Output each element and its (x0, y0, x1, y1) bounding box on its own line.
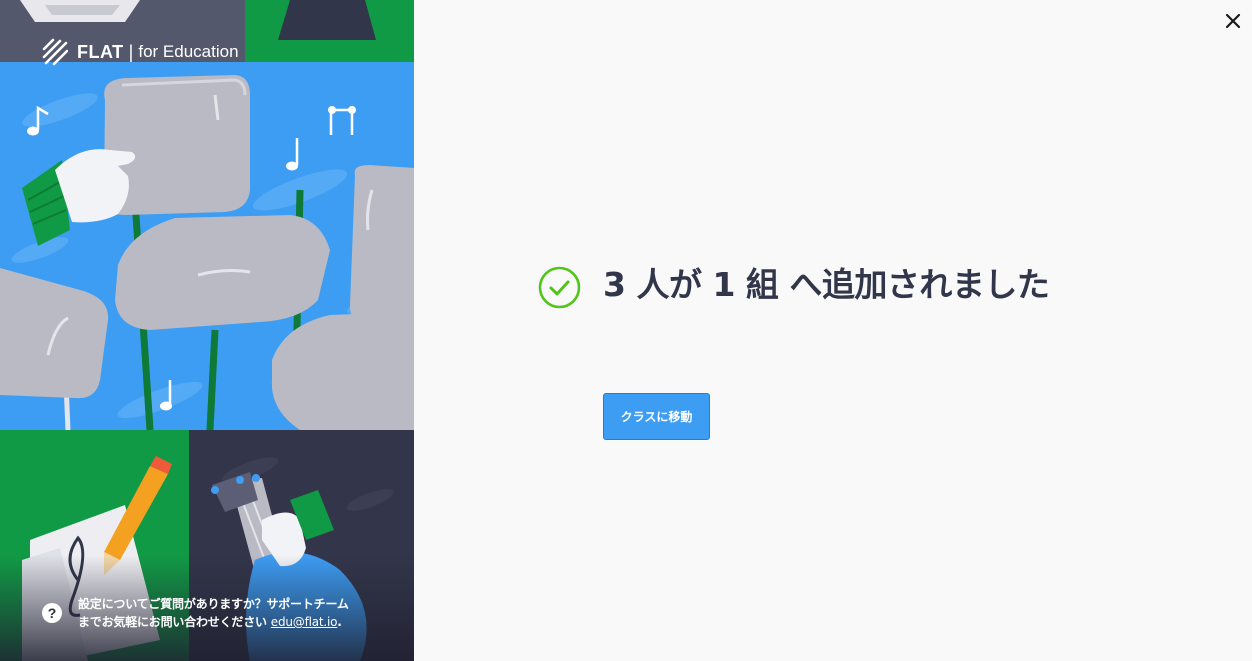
close-icon[interactable] (1222, 10, 1244, 32)
brand-header: FLAT | for Education (42, 38, 239, 66)
brand-subtitle: for Education (138, 42, 239, 61)
question-mark-icon: ? (42, 603, 62, 623)
support-text-line2: までお気軽にお問い合わせください edu@flat.io. (78, 613, 349, 631)
support-text-suffix: . (337, 615, 342, 629)
classroom-illustration (0, 0, 414, 661)
support-note: ? 設定についてご質問がありますか？サポートチーム までお気軽にお問い合わせくだ… (42, 595, 349, 631)
flat-logo-icon (42, 38, 68, 66)
support-text: 設定についてご質問がありますか？サポートチーム までお気軽にお問い合わせください… (78, 595, 349, 631)
illustration-panel: FLAT | for Education ? 設定についてご質問がありますか？サ… (0, 0, 414, 661)
success-title: 3 人が 1 組 へ追加されました (603, 265, 1050, 304)
check-circle-icon (538, 266, 581, 309)
support-text-line1: 設定についてご質問がありますか？サポートチーム (78, 597, 349, 611)
support-text-prefix: までお気軽にお問い合わせください (78, 615, 271, 629)
brand-name: FLAT (77, 41, 124, 62)
support-email-link[interactable]: edu@flat.io (271, 615, 338, 629)
go-to-class-button[interactable]: クラスに移動 (603, 393, 710, 440)
brand-separator: | (128, 41, 134, 62)
modal-page: FLAT | for Education ? 設定についてご質問がありますか？サ… (0, 0, 1252, 661)
